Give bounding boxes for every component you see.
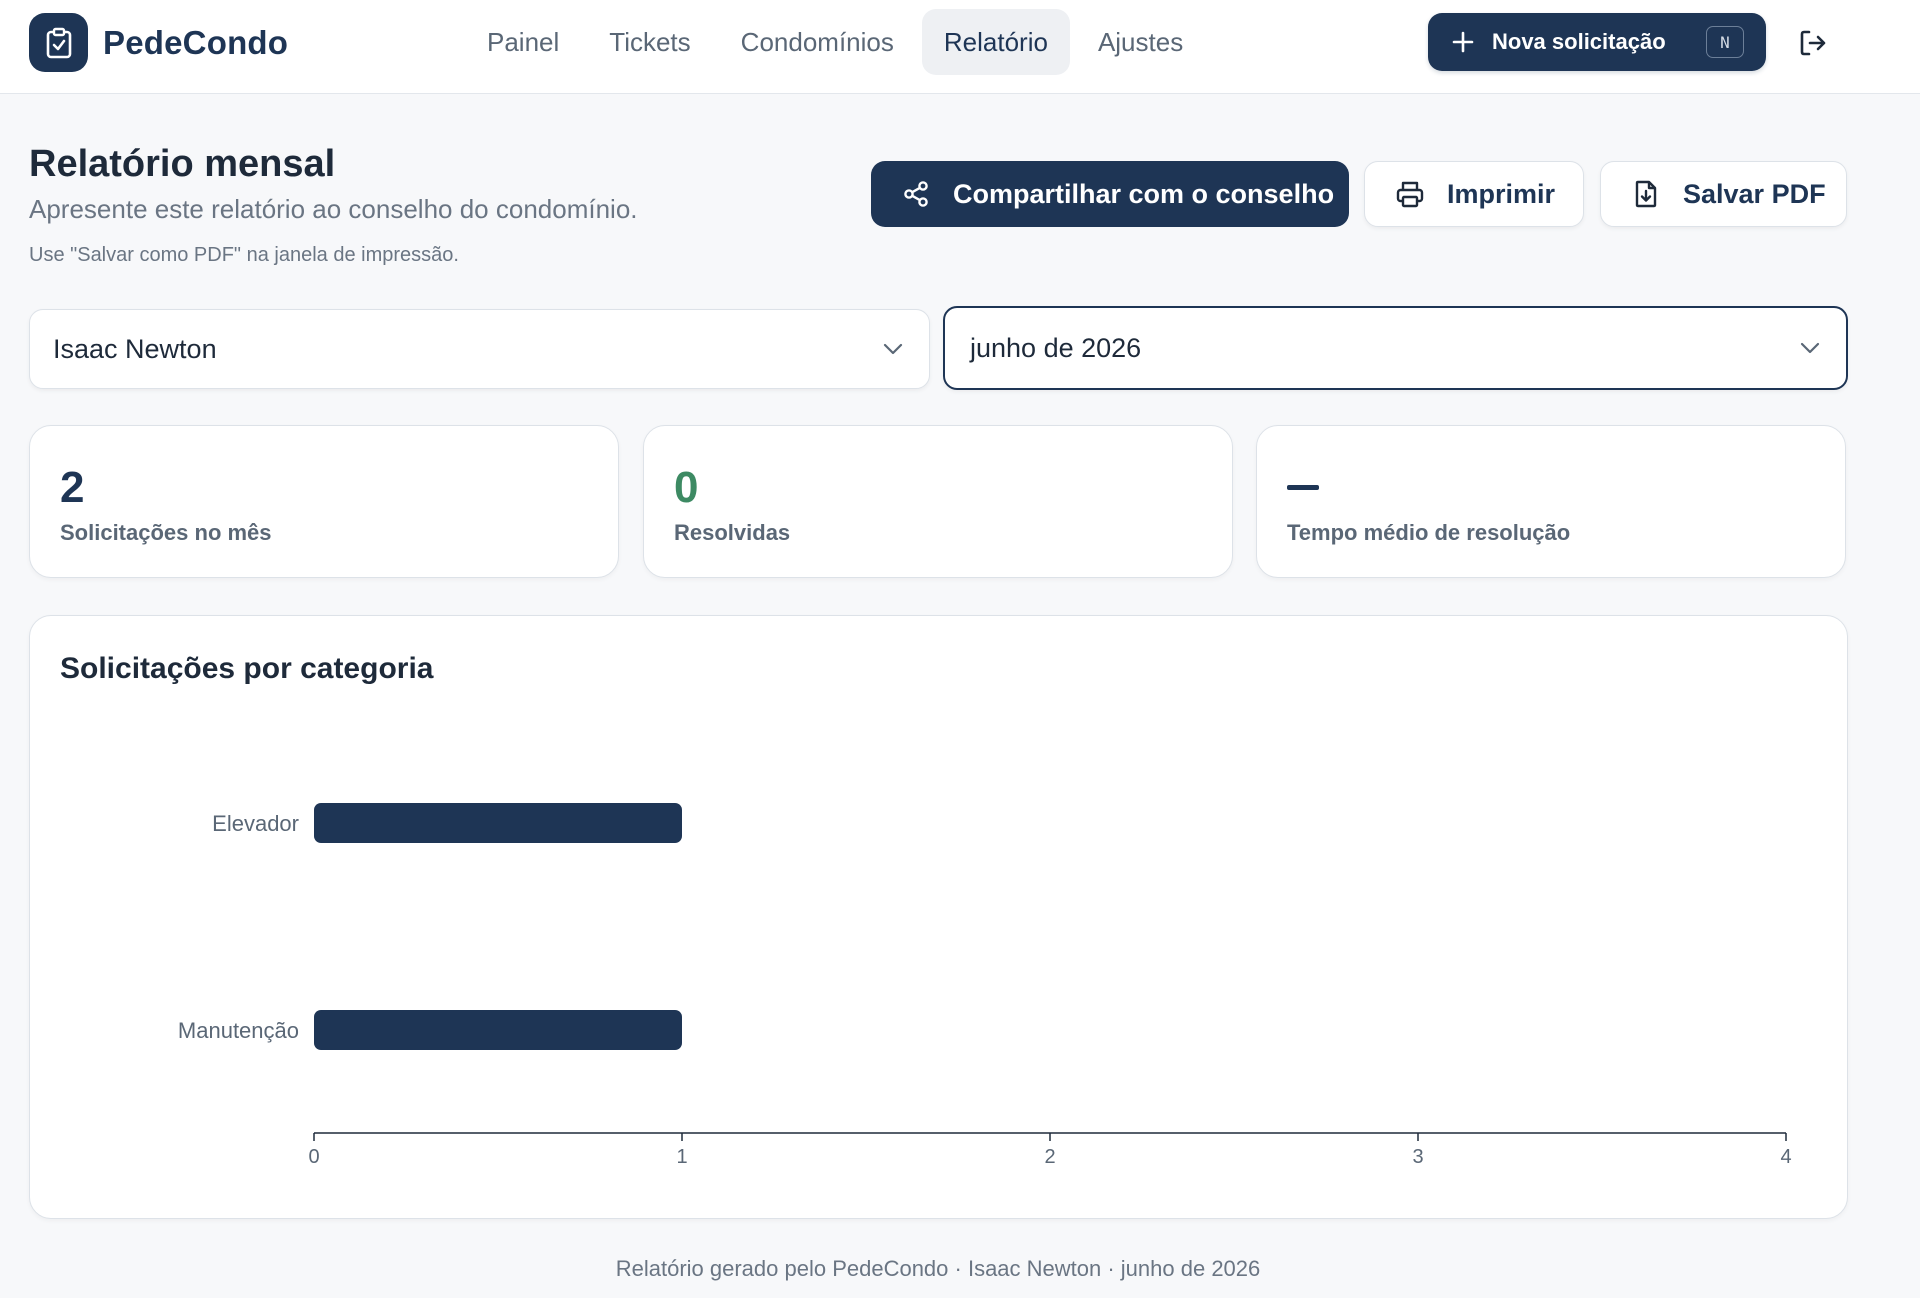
bar xyxy=(314,803,682,843)
x-tick-label: 3 xyxy=(1412,1146,1423,1168)
month-select[interactable]: junho de 2026 xyxy=(943,306,1848,390)
x-tick-label: 4 xyxy=(1780,1146,1791,1168)
new-request-label: Nova solicitação xyxy=(1492,29,1666,54)
stat-value: 2 xyxy=(60,463,85,512)
nav-item-ajustes[interactable]: Ajustes xyxy=(1076,9,1205,75)
nav-item-tickets[interactable]: Tickets xyxy=(587,9,712,75)
resident-select-value: Isaac Newton xyxy=(53,333,217,364)
empty-value-dash xyxy=(1287,485,1319,490)
stat-value: 0 xyxy=(674,463,699,512)
nav-item-painel[interactable]: Painel xyxy=(465,9,581,75)
category-label: Manutenção xyxy=(178,1018,299,1043)
page-subtitle: Apresente este relatório ao conselho do … xyxy=(29,194,638,224)
report-footer: Relatório gerado pelo PedeCondo · Isaac … xyxy=(615,1256,1261,1281)
share-icon xyxy=(904,181,928,207)
save-pdf-label: Salvar PDF xyxy=(1683,178,1826,209)
bar xyxy=(314,1010,682,1050)
stat-label: Solicitações no mês xyxy=(60,520,272,545)
share-with-board-button[interactable]: Compartilhar com o conselho xyxy=(871,161,1349,227)
plus-icon xyxy=(1452,31,1474,53)
new-request-button[interactable]: Nova solicitação N xyxy=(1428,13,1766,71)
clipboard-check-icon xyxy=(29,13,88,72)
nav-item-relatorio[interactable]: Relatório xyxy=(921,9,1070,75)
category-label: Elevador xyxy=(212,811,299,836)
brand-name: PedeCondo xyxy=(103,23,289,61)
x-tick-label: 1 xyxy=(676,1146,687,1168)
print-button[interactable]: Imprimir xyxy=(1364,161,1584,227)
print-hint: Use "Salvar como PDF" na janela de impre… xyxy=(29,244,459,266)
month-select-value: junho de 2026 xyxy=(970,332,1142,363)
print-label: Imprimir xyxy=(1447,178,1556,209)
nav-item-condominios[interactable]: Condomínios xyxy=(719,9,916,75)
chevron-down-icon xyxy=(1800,342,1820,354)
stat-card-avg-time: Tempo médio de resolução xyxy=(1256,425,1846,578)
stat-label: Tempo médio de resolução xyxy=(1287,520,1571,545)
stat-label: Resolvidas xyxy=(674,520,791,545)
x-tick-label: 0 xyxy=(308,1146,319,1168)
share-label: Compartilhar com o conselho xyxy=(953,178,1335,209)
page-title: Relatório mensal xyxy=(29,143,336,185)
x-tick-label: 2 xyxy=(1044,1146,1055,1168)
main-nav: Painel Tickets Condomínios Relatório Aju… xyxy=(465,9,1211,75)
chevron-down-icon xyxy=(883,343,903,355)
save-pdf-button[interactable]: Salvar PDF xyxy=(1600,161,1847,227)
category-bar-chart: 0 1 2 3 4 Elevador Manutenção xyxy=(178,803,1792,1168)
shortcut-badge: N xyxy=(1706,26,1744,58)
file-download-icon xyxy=(1635,180,1657,208)
printer-icon xyxy=(1396,181,1424,208)
stat-card-resolved: 0 Resolvidas xyxy=(643,425,1233,578)
top-bar: PedeCondo Painel Tickets Condomínios Rel… xyxy=(0,0,1920,94)
logout-icon[interactable] xyxy=(1796,26,1830,60)
category-chart-card: Solicitações por categoria 0 1 2 3 4 Elevador… xyxy=(29,615,1848,1219)
resident-select[interactable]: Isaac Newton xyxy=(29,309,930,389)
stat-card-requests: 2 Solicitações no mês xyxy=(29,425,619,578)
brand[interactable]: PedeCondo xyxy=(29,13,288,72)
